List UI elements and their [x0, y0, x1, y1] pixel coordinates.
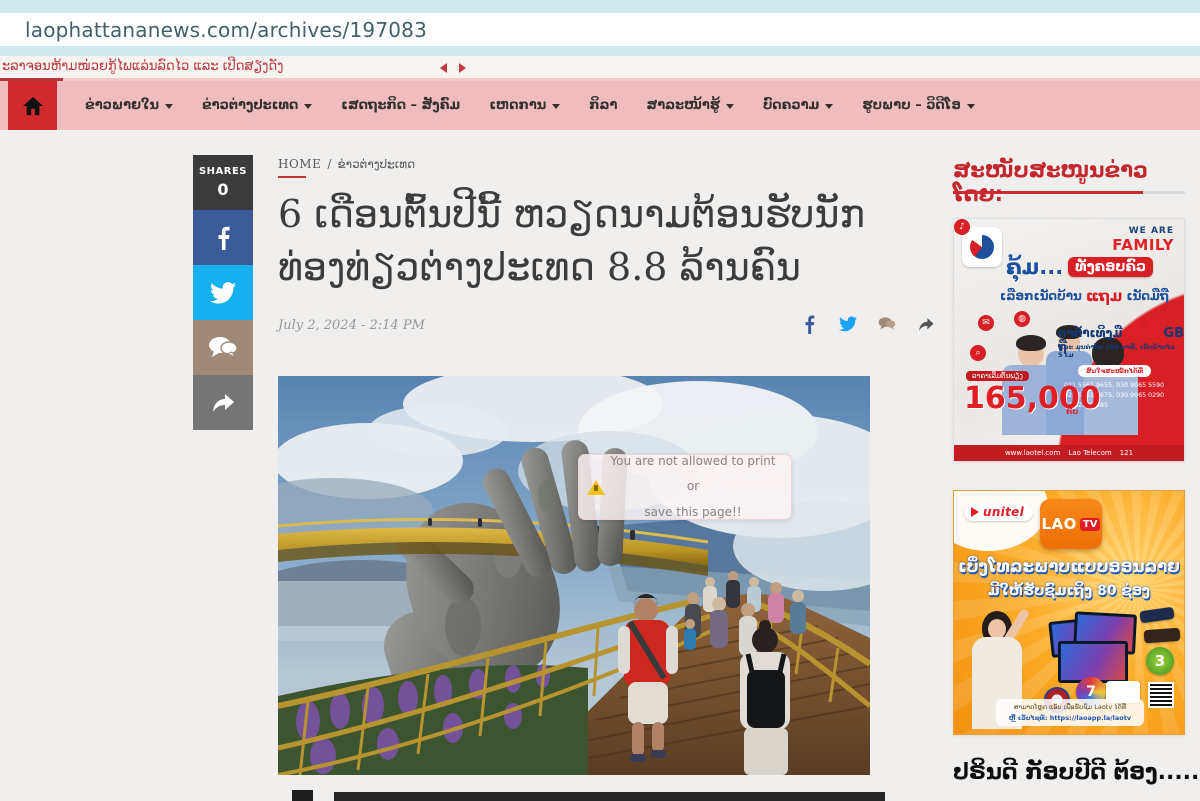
chevron-down-icon — [726, 104, 734, 109]
breadcrumb: HOME / ຂ່າວຕ່າງປະເທດ — [278, 157, 415, 171]
breadcrumb-separator: / — [327, 157, 331, 171]
print-blocked-tooltip: You are not allowed to print or save thi… — [578, 454, 792, 520]
comment-bubbles-icon — [878, 315, 896, 333]
ad-banner-unitel-laotv[interactable]: unitel LAO TV ເບິ່ງໂທລະພາບແບບອອນລາຍ ມີໃຫ… — [953, 490, 1185, 735]
nav-item-articles[interactable]: ບົດຄວາມ — [763, 98, 833, 113]
ad1-subhead-c: ເນັດມືຖື — [1126, 289, 1168, 303]
ad1-family: FAMILY — [1112, 237, 1174, 254]
home-icon — [22, 96, 44, 116]
facebook-icon — [804, 315, 815, 334]
ad1-price: 165,000 — [964, 381, 1101, 416]
chevron-down-icon — [552, 104, 560, 109]
lao-telecom-logo — [962, 227, 1002, 267]
chevron-down-icon — [967, 104, 975, 109]
nav-item-foreign-news[interactable]: ຂ່າວຕ່າງປະເທດ — [202, 98, 312, 113]
ad2-woman-face — [988, 619, 1006, 639]
envelope-icon: ✉ — [978, 315, 994, 331]
channel-badge — [1144, 628, 1181, 643]
ad1-price-label: ລາຄາເລີ່ມຕົ້ນພຽງ — [966, 371, 1029, 381]
chevron-down-icon — [165, 104, 173, 109]
nav-item-economy-society[interactable]: ເສດຖະກິດ – ສັງຄົມ — [341, 98, 460, 113]
ticker-next-icon[interactable] — [459, 63, 466, 73]
nav-item-domestic-news[interactable]: ຂ່າວພາຍໃນ — [85, 98, 173, 113]
facebook-share-button[interactable] — [800, 315, 818, 333]
sidebar-heading-underline — [953, 191, 1185, 194]
share-facebook-button[interactable] — [193, 210, 253, 265]
ad1-person-dad-hair — [1016, 335, 1046, 351]
share-twitter-button[interactable] — [193, 265, 253, 320]
music-note-icon: ♪ — [954, 219, 970, 235]
sidebar-print-heading: ປຣິນດີ ກັອບປີດີ ຕ້ອງ..... — [953, 760, 1200, 785]
channel-3-badge: 3 — [1146, 647, 1174, 675]
print-blocked-line1: You are not allowed to print or — [605, 449, 781, 499]
ad1-headline-pill: ທັງຄອບຄົວ — [1068, 257, 1153, 277]
news-ticker: ະລາຈອນຫ້າມໜ່ວຍກູ້ໄພແລ່ນລົດໄວ ແລະ ເປີດສຽງ… — [0, 56, 1200, 78]
ad1-data-unit: GB — [1163, 326, 1184, 341]
nav-item-knowledge[interactable]: ສາລະໜ້າຮູ້ — [646, 98, 733, 113]
twitter-icon — [839, 316, 857, 332]
share-arrow-icon — [210, 392, 236, 414]
home-button[interactable] — [8, 81, 57, 130]
browser-url-bar[interactable]: laophattananews.com/archives/197083 — [0, 13, 1200, 46]
breadcrumb-underline — [278, 176, 306, 178]
more-share-button[interactable] — [917, 315, 935, 333]
nav-item-events[interactable]: ເຫດການ — [489, 98, 560, 113]
print-blocked-line2: save this page!! — [605, 500, 781, 525]
unitel-logo: unitel — [964, 503, 1033, 521]
next-media-fragment — [292, 790, 313, 801]
breadcrumb-home-link[interactable]: HOME — [278, 157, 321, 171]
unitel-flag-icon — [971, 507, 979, 517]
ad1-subhead-a: ເລືອກເນັດບ້ານ — [1000, 289, 1082, 303]
chevron-down-icon — [304, 104, 312, 109]
ad1-facebook-page: Lao Telecom — [1068, 449, 1111, 457]
share-count: SHARES 0 — [193, 155, 253, 210]
browser-top-bar — [0, 0, 1200, 13]
laotv-logo: LAO TV — [1040, 499, 1102, 549]
article-image — [278, 376, 870, 775]
ad1-contact-label: ສົນໃຈສະໝັກໄດ້ທີ່ — [1078, 365, 1151, 377]
ad1-footer: www.laotel.com Lao Telecom 121 — [954, 445, 1184, 461]
article-share-icons — [800, 315, 935, 333]
nav-item-sports[interactable]: ກິລາ — [589, 98, 617, 113]
twitter-icon — [210, 282, 236, 304]
ad1-headline-blue: ຄຸ້ມ... — [1006, 255, 1063, 279]
ad1-data-value: 48 — [1128, 315, 1161, 343]
ticker-prev-icon[interactable] — [440, 63, 447, 73]
sidebar-support-heading: ສະໜັບສະໜູນຂ່າວໂດຍ: — [953, 158, 1185, 206]
chevron-down-icon — [825, 104, 833, 109]
browser-divider — [0, 46, 1200, 56]
share-arrow-icon — [917, 316, 935, 333]
ad2-subline: ມີໃຫ້ຮັບຊົມເຖິງ 80 ຊ່ອງ — [954, 583, 1184, 599]
next-media-fragment — [334, 792, 885, 801]
share-rail: SHARES 0 — [193, 155, 253, 430]
nav-item-photos-videos[interactable]: ຮູບພາບ – ວິດີໂອ — [862, 98, 974, 113]
article-title: 6 ເດືອນຕົ້ນປີນີ້ ຫວຽດນາມຕ້ອນຮັບນັກ ທ່ອງທ… — [278, 188, 938, 294]
ad1-currency: ກີບ — [1066, 407, 1078, 416]
facebook-icon — [217, 226, 230, 250]
ad1-data-subtext: ແລະ ມູນຄ່າໂທ 160 ນາທີ, ເນັດບ້ານໄວ 5 ເມ — [1058, 343, 1180, 359]
channel-badge — [1139, 607, 1174, 624]
ad-banner-lao-telecom[interactable]: WE ARE FAMILY ຄຸ້ມ... ທັງຄອບຄົວ ເລືອກເນັ… — [953, 218, 1185, 462]
ad2-headline: ເບິ່ງໂທລະພາບແບບອອນລາຍ — [954, 557, 1184, 576]
share-more-button[interactable] — [193, 375, 253, 430]
main-nav: ຂ່າວພາຍໃນ ຂ່າວຕ່າງປະເທດ ເສດຖະກິດ – ສັງຄົ… — [0, 81, 1200, 130]
ad1-website: www.laotel.com — [1005, 449, 1060, 457]
golden-bridge-photo — [278, 376, 870, 775]
warning-icon — [587, 480, 605, 495]
comment-button[interactable] — [878, 315, 896, 333]
ticker-headline[interactable]: ະລາຈອນຫ້າມໜ່ວຍກູ້ໄພແລ່ນລົດໄວ ແລະ ເປີດສຽງ… — [2, 59, 283, 74]
article-date: July 2, 2024 - 2:14 PM — [278, 318, 425, 333]
search-icon: ⌕ — [970, 345, 986, 361]
share-comment-button[interactable] — [193, 320, 253, 375]
url-text: laophattananews.com/archives/197083 — [25, 18, 427, 42]
breadcrumb-category-link[interactable]: ຂ່າວຕ່າງປະເທດ — [337, 157, 415, 171]
twitter-share-button[interactable] — [839, 315, 857, 333]
ad2-caption: ສາມາດໂຫຼດ ແອັບ ເພື່ອຮັບຊົມ Laotv ໄດ້ທີ່ … — [996, 699, 1144, 726]
comment-bubbles-icon — [208, 336, 238, 360]
ad1-hotline: 121 — [1120, 449, 1133, 457]
qr-code — [1148, 682, 1174, 708]
globe-icon: ◍ — [1014, 311, 1030, 327]
ad1-subhead-b: ແຖມ — [1086, 287, 1123, 305]
